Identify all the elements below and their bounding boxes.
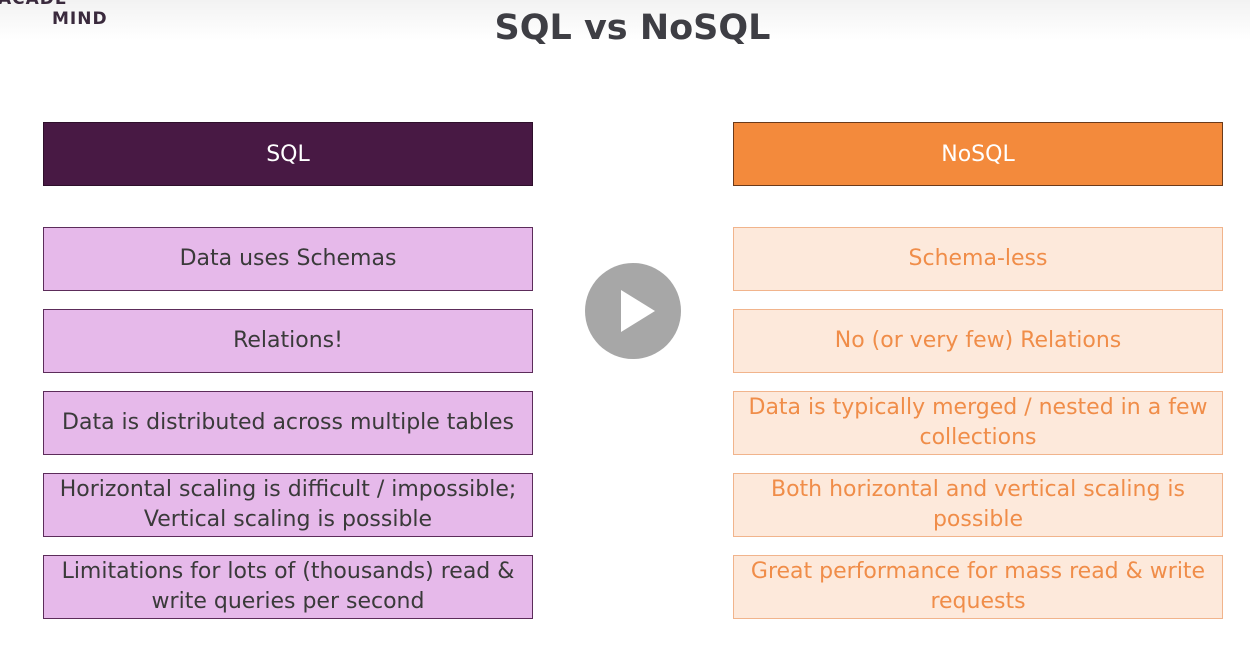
sql-item: Data is distributed across multiple tabl… [43,391,533,455]
nosql-item: Schema-less [733,227,1223,291]
sql-item: Limitations for lots of (thousands) read… [43,555,533,619]
nosql-column: NoSQL Schema-less No (or very few) Relat… [733,122,1223,619]
nosql-item: Both horizontal and vertical scaling is … [733,473,1223,537]
nosql-header: NoSQL [733,122,1223,186]
play-icon [621,290,655,332]
nosql-item: No (or very few) Relations [733,309,1223,373]
nosql-item: Data is typically merged / nested in a f… [733,391,1223,455]
nosql-item: Great performance for mass read & write … [733,555,1223,619]
sql-item: Data uses Schemas [43,227,533,291]
sql-item: Relations! [43,309,533,373]
play-button[interactable] [585,263,681,359]
sql-column: SQL Data uses Schemas Relations! Data is… [43,122,533,619]
sql-header: SQL [43,122,533,186]
slide-title: SQL vs NoSQL [494,8,771,48]
sql-item: Horizontal scaling is difficult / imposs… [43,473,533,537]
